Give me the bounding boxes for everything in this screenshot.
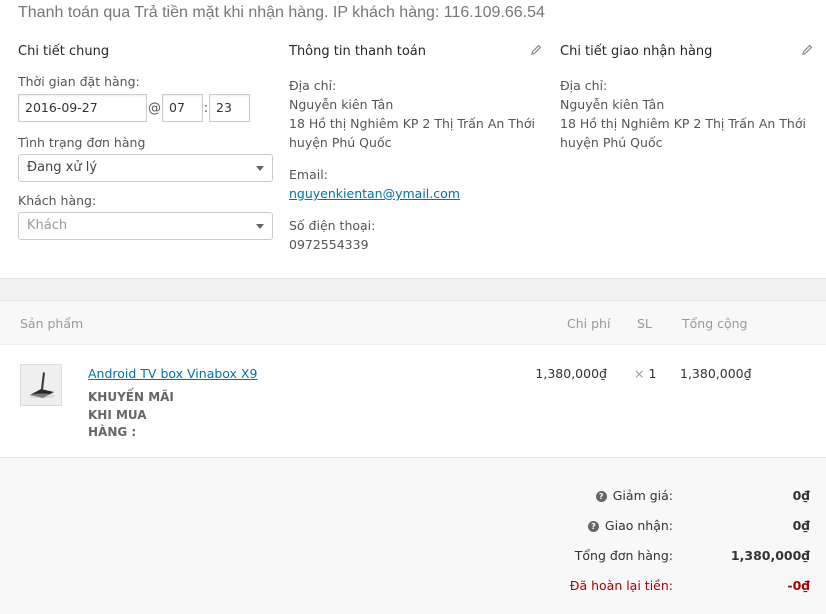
billing-email-link[interactable]: nguyenkientan@ymail.com xyxy=(289,186,460,201)
customer-select[interactable]: Khách xyxy=(18,212,273,240)
shipping-label: ? Giao nhận: xyxy=(587,518,673,533)
payment-note: Thanh toán qua Trả tiền mặt khi nhận hàn… xyxy=(18,4,545,21)
billing-address-line: huyện Phú Quốc xyxy=(289,135,392,150)
billing-phone: Số điện thoại: 0972554339 xyxy=(289,216,375,254)
times-icon: × xyxy=(634,366,645,381)
totals-row-discount: ? Giảm giá: 0₫ xyxy=(0,488,826,508)
product-meta-line: KHUYẾN MÃI xyxy=(88,390,174,404)
order-status-value: Đang xử lý xyxy=(27,160,98,175)
billing-email-label: Email: xyxy=(289,167,328,182)
refunded-value: -0₫ xyxy=(787,578,810,593)
product-quantity-value: 1 xyxy=(648,366,657,381)
order-minute-input[interactable]: 23 xyxy=(209,94,250,122)
shipping-address-line: Nguyễn kiên Tân xyxy=(560,97,665,112)
product-name-link[interactable]: Android TV box Vinabox X9 xyxy=(88,366,257,381)
order-totals: ? Giảm giá: 0₫ ? Giao nhận: 0₫ Tổng đơn hà… xyxy=(0,457,826,614)
totals-row-refunded: Đã hoàn lại tiền: -0₫ xyxy=(0,578,826,598)
chevron-down-icon xyxy=(256,166,264,171)
billing-email: Email: nguyenkientan@ymail.com xyxy=(289,165,460,203)
general-details-column: Chi tiết chung Thời gian đặt hàng: 2016-… xyxy=(18,44,274,240)
order-status-label: Tình trạng đơn hàng xyxy=(18,135,146,150)
order-date-label: Thời gian đặt hàng: xyxy=(18,74,140,89)
shipping-address-line: huyện Phú Quốc xyxy=(560,135,663,150)
shipping-value: 0₫ xyxy=(792,518,810,533)
totals-row-shipping: ? Giao nhận: 0₫ xyxy=(0,518,826,538)
help-icon[interactable]: ? xyxy=(595,491,607,502)
product-meta-line: HÀNG : xyxy=(88,425,137,439)
column-cost: Chi phí xyxy=(567,316,611,331)
order-date-input[interactable]: 2016-09-27 xyxy=(18,94,147,122)
shipping-address-line: 18 Hồ thị Nghiêm KP 2 Thị Trấn An Thới xyxy=(560,116,806,131)
column-total: Tổng cộng xyxy=(682,316,748,331)
order-hour-input[interactable]: 07 xyxy=(162,94,203,122)
billing-address-label: Địa chỉ: xyxy=(289,78,337,93)
shipping-address: Địa chỉ: Nguyễn kiên Tân 18 Hồ thị Nghiê… xyxy=(560,76,822,152)
billing-address: Địa chỉ: Nguyễn kiên Tân 18 Hồ thị Nghiê… xyxy=(289,76,559,152)
column-qty: SL xyxy=(637,316,652,331)
pencil-icon[interactable] xyxy=(802,44,814,56)
shipping-title: Chi tiết giao nhận hàng xyxy=(560,44,713,59)
shipping-address-label: Địa chỉ: xyxy=(560,78,608,93)
billing-phone-label: Số điện thoại: xyxy=(289,218,376,233)
billing-phone-value: 0972554339 xyxy=(289,237,369,252)
product-line-total: 1,380,000₫ xyxy=(680,366,752,381)
product-meta-line: KHI MUA xyxy=(88,407,147,422)
section-divider xyxy=(0,278,826,300)
customer-placeholder: Khách xyxy=(27,218,68,233)
order-total-value: 1,380,000₫ xyxy=(730,548,810,563)
billing-column: Thông tin thanh toán Địa chỉ: Nguyễn kiê… xyxy=(289,44,547,252)
table-row: Android TV box Vinabox X9 KHUYẾN MÃI KHI… xyxy=(0,344,826,457)
product-quantity: × 1 xyxy=(634,366,656,381)
product-cost: 1,380,000₫ xyxy=(535,366,607,381)
billing-title: Thông tin thanh toán xyxy=(289,44,427,59)
customer-label: Khách hàng: xyxy=(18,193,97,208)
order-data-panel: Thanh toán qua Trả tiền mặt khi nhận hàn… xyxy=(0,0,826,278)
billing-address-line: 18 Hồ thị Nghiêm KP 2 Thị Trấn An Thới xyxy=(289,116,535,131)
column-product: Sản phẩm xyxy=(20,316,84,331)
totals-row-order-total: Tổng đơn hàng: 1,380,000₫ xyxy=(0,548,826,568)
date-at-sign: @ xyxy=(148,100,161,116)
discount-value: 0₫ xyxy=(792,488,810,503)
shipping-label-text: Giao nhận: xyxy=(604,518,673,533)
order-status-select[interactable]: Đang xử lý xyxy=(18,154,273,182)
discount-label: ? Giảm giá: xyxy=(595,488,673,503)
pencil-icon[interactable] xyxy=(531,44,543,56)
shipping-column: Chi tiết giao nhận hàng Địa chỉ: Nguyễn … xyxy=(560,44,818,150)
general-details-title: Chi tiết chung xyxy=(18,44,110,59)
order-total-label: Tổng đơn hàng: xyxy=(574,548,673,563)
chevron-down-icon xyxy=(256,224,264,229)
refunded-label: Đã hoàn lại tiền: xyxy=(569,578,673,593)
product-meta: KHUYẾN MÃI KHI MUA HÀNG : xyxy=(88,389,174,442)
billing-address-line: Nguyễn kiên Tân xyxy=(289,97,394,112)
help-icon[interactable]: ? xyxy=(587,521,599,532)
items-table-header: Sản phẩm Chi phí SL Tổng cộng xyxy=(0,300,826,344)
order-date-row: 2016-09-27 @ 07 : 23 xyxy=(18,94,250,122)
discount-label-text: Giảm giá: xyxy=(612,488,673,503)
product-thumbnail xyxy=(20,364,62,406)
